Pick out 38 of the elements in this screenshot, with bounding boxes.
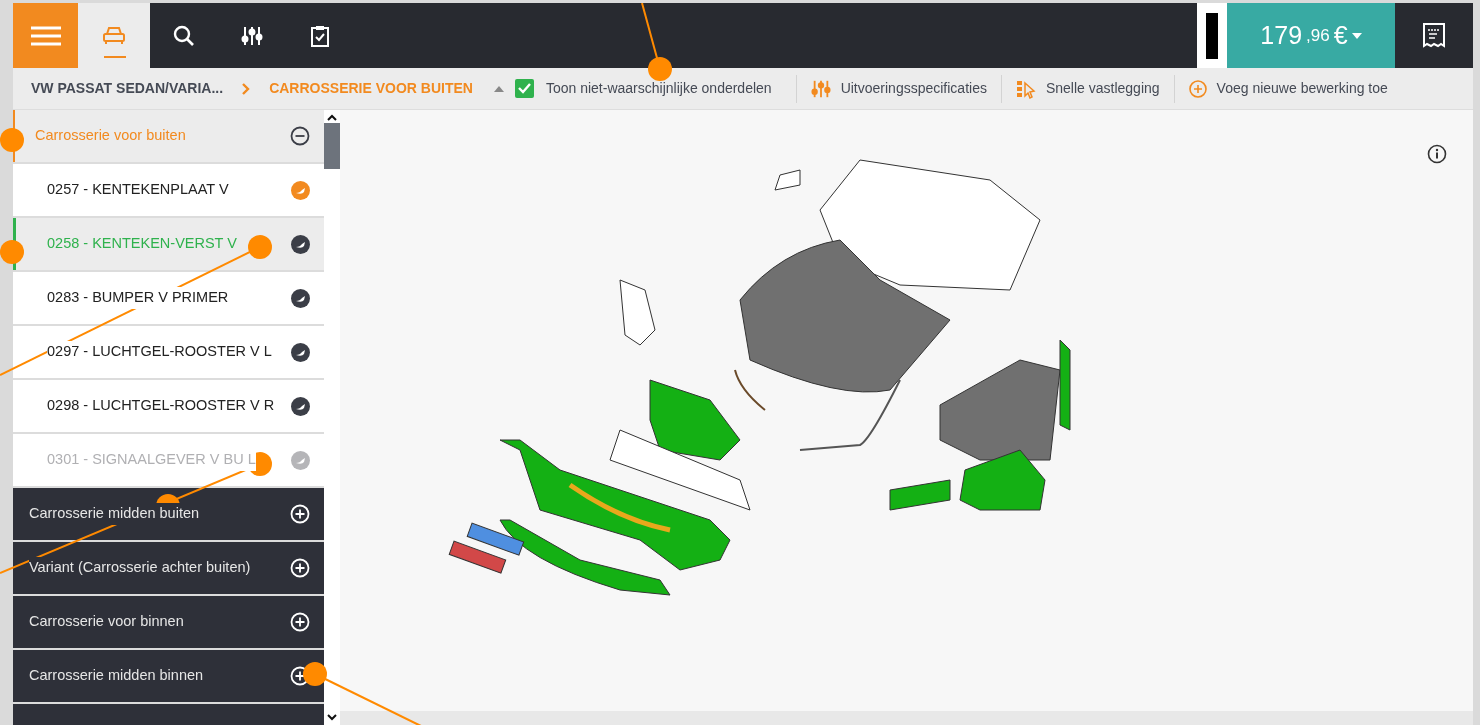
category-header[interactable]: Variant (Carrosserie achter buiten) <box>13 542 324 594</box>
part-item[interactable]: 0298 - LUCHTGEL-ROOSTER V R <box>13 380 324 432</box>
caret-icon <box>1351 32 1362 39</box>
plus-circle-icon <box>290 666 310 686</box>
info-icon[interactable] <box>1427 144 1447 164</box>
toolbar-action[interactable]: Voeg nieuwe bewerking toe <box>1173 74 1402 103</box>
scroll-down-icon[interactable] <box>327 714 337 721</box>
toolbar-action[interactable]: Snelle vastlegging <box>1000 74 1174 103</box>
clipboard-check-icon[interactable] <box>310 24 330 47</box>
category-header[interactable]: Carrosserie voor binnen <box>13 596 324 648</box>
scroll-up-icon[interactable] <box>327 114 337 121</box>
show-unlikely-checkbox[interactable] <box>514 79 534 98</box>
scrollbar-thumb[interactable] <box>324 123 340 169</box>
part-item[interactable]: 0297 - LUCHTGEL-ROOSTER V L <box>13 326 324 378</box>
list-cursor-icon <box>1015 78 1036 99</box>
checkbox-label: Toon niet-waarschijnlijke onderdelen <box>545 79 772 98</box>
receipt-icon <box>1421 21 1447 50</box>
collapse-arrow-icon[interactable] <box>492 84 505 93</box>
part-item[interactable]: 0257 - KENTEKENPLAAT V <box>13 164 324 216</box>
category-header[interactable]: Carrosserie midden binnen <box>13 650 324 702</box>
car-parts-diagram-drawing[interactable] <box>448 159 1071 596</box>
toolbar-action[interactable]: Uitvoeringsspecificaties <box>795 74 1001 103</box>
callout-marker <box>0 128 24 152</box>
plus-circle-icon <box>290 504 310 524</box>
plus-circle-icon <box>290 558 310 578</box>
sliders-icon[interactable] <box>241 24 263 47</box>
search-icon[interactable] <box>173 24 195 47</box>
checkmark-icon <box>517 83 531 94</box>
minus-circle-icon <box>290 126 310 146</box>
part-item[interactable]: 0283 - BUMPER V PRIMER <box>13 272 324 324</box>
section-title: CARROSSERIE VOOR BUITEN <box>269 79 473 98</box>
category-header[interactable]: Carrosserie midden buiten <box>13 488 324 540</box>
indicator-icon <box>1206 12 1218 59</box>
chevron-right-icon <box>241 81 252 96</box>
menu-icon <box>30 24 61 47</box>
vehicle-link[interactable]: VW PASSAT SEDAN/VARIA... <box>31 78 224 99</box>
plus-circle-icon <box>290 612 310 632</box>
plus-circle-icon <box>1188 79 1207 98</box>
